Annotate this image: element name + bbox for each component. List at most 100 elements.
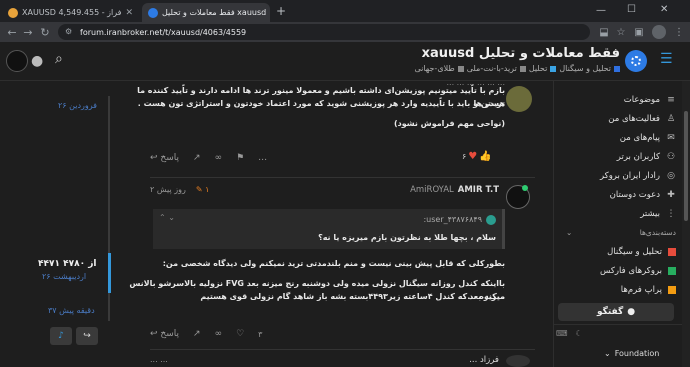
back-arrow-icon[interactable]: ←	[4, 22, 20, 42]
post-author[interactable]: فرزاد ...	[469, 355, 499, 365]
share-link-icon[interactable]: ↗	[193, 329, 201, 339]
reload-icon[interactable]: ↻	[37, 22, 53, 42]
window-close-icon[interactable]: ✕	[660, 4, 668, 15]
theme-selector[interactable]: ⌄ Foundation	[604, 349, 659, 358]
forum-page: ● ⌕ فقط معاملات و تحلیل xauusd تحلیل و س…	[0, 42, 690, 367]
quote-avatar[interactable]	[486, 215, 496, 225]
browser-tab-forum[interactable]: فقط معاملات و تحلیل xauusd ✕	[142, 3, 270, 22]
close-tab-icon[interactable]: ✕	[125, 8, 133, 18]
more-icon: ⋮	[666, 208, 676, 219]
heart-icon[interactable]: ♡	[236, 329, 244, 339]
window-maximize-icon[interactable]: ☐	[627, 4, 636, 15]
quote-block: user_۴۳۸۷۶۸۴۹: ⌃ ⌄ سلام ، بچها طلا به نظ…	[153, 209, 505, 249]
share-button[interactable]: ↪	[76, 327, 98, 345]
author-full-name[interactable]: AMIR T.T	[458, 185, 499, 195]
post-author-avatar[interactable]	[506, 86, 532, 112]
post-reactions[interactable]: ۶ ♥ 👍	[462, 151, 492, 162]
post-date[interactable]: ... ...	[150, 355, 168, 364]
post-actions: ↩ پاسخ ↗ ∞ ⚑ …	[150, 151, 267, 165]
scrollbar-thumb[interactable]	[684, 111, 688, 221]
bookmark-icon[interactable]: ⚑	[236, 153, 244, 163]
breadcrumb-subcategory[interactable]: تحلیل	[529, 64, 548, 73]
reply-arrow-icon[interactable]: ↩ پاسخ	[150, 329, 179, 339]
sidebar-item-my-activity[interactable]: ♙ فعالیت‌های من	[566, 109, 676, 128]
sidebar-item-my-messages[interactable]: ✉ پیام‌های من	[566, 128, 676, 147]
collapse-chevron-icon: ⌄	[566, 228, 573, 237]
layers-icon: ≡	[667, 94, 675, 105]
breadcrumb-tag[interactable]: ترید-با-نت-ملی	[467, 64, 517, 73]
window-minimize-icon[interactable]: —	[596, 5, 606, 16]
timeline-position[interactable]: ۴۴۷۱ از ۴۷۸۰	[38, 259, 97, 269]
dark-mode-icon[interactable]: ☾	[576, 329, 583, 338]
timeline-end-date[interactable]: ۳۷ دقیقه پیش	[48, 306, 95, 315]
browser-menu-icon[interactable]: ⋮	[672, 25, 686, 39]
tag-swatch	[457, 65, 464, 72]
breadcrumb-category[interactable]: تحلیل و سیگنال	[559, 64, 611, 73]
sidebar-footer-icons: ⌨ ☾	[556, 329, 583, 338]
site-logo[interactable]	[625, 50, 647, 72]
copy-link-icon[interactable]: ∞	[215, 329, 223, 339]
hamburger-menu-icon[interactable]: ☰	[660, 51, 673, 67]
sidebar-item-top-users[interactable]: ⚇ کاربران برتر	[566, 147, 676, 166]
thumbs-up-icon: 👍	[479, 151, 492, 162]
post-author[interactable]: AMIR T.T AmiROYAL	[410, 185, 499, 195]
site-favicon-icon	[8, 7, 18, 18]
bookmark-star-icon[interactable]: ☆	[614, 25, 628, 39]
sidebar: ≡ موضوعات ♙ فعالیت‌های من ✉ پیام‌های من …	[553, 81, 690, 367]
notification-bell-button[interactable]: ♪	[50, 327, 72, 345]
chat-bubble-icon: ●	[627, 307, 636, 317]
forward-arrow-icon[interactable]: →	[20, 22, 36, 42]
profile-avatar-icon[interactable]	[652, 25, 666, 39]
extensions-icon[interactable]: ▣	[632, 25, 646, 39]
chat-button[interactable]: گفتگو ●	[558, 303, 674, 321]
sidebar-category-prop[interactable]: پراپ فرم‌ها	[566, 280, 676, 299]
post-paragraph: هستن و باید با تاًییدیه وارد هر پوزیشنی …	[137, 99, 505, 108]
reaction-count: ۶	[462, 152, 467, 161]
user-avatar[interactable]	[6, 50, 28, 72]
online-status-dot	[522, 185, 528, 191]
post-date[interactable]: ۲ روز پیش	[150, 185, 186, 194]
site-info-icon[interactable]: ⚙	[65, 27, 75, 37]
tab-label: فقط معاملات و تحلیل xauusd	[162, 8, 267, 17]
sidebar-item-invite[interactable]: ✚ دعوت دوستان	[566, 185, 676, 204]
category-color-swatch	[550, 65, 557, 72]
sidebar-item-topics[interactable]: ≡ موضوعات	[566, 90, 676, 109]
browser-tab-bar: XAUUSD 4,549.455 - فراز ✕ فقط معاملات و …	[0, 0, 690, 22]
timeline-position-date: ۲۶ اردیبهشت	[42, 272, 87, 281]
page-scrollbar[interactable]	[682, 81, 690, 367]
copy-link-icon[interactable]: ∞	[215, 153, 223, 163]
category-color-swatch	[668, 247, 676, 256]
author-username[interactable]: AmiROYAL	[410, 185, 454, 195]
install-app-icon[interactable]: ⬓	[597, 25, 611, 39]
user-icon: ♙	[666, 113, 676, 124]
timeline-handle[interactable]	[108, 253, 111, 293]
share-link-icon[interactable]: ↗	[193, 153, 201, 163]
keyboard-icon[interactable]: ⌨	[556, 329, 568, 338]
topic-title[interactable]: فقط معاملات و تحلیل xauusd	[422, 46, 620, 61]
reply-label: پاسخ	[160, 329, 180, 339]
invite-icon: ✚	[667, 189, 675, 200]
sidebar-category-analysis[interactable]: تحلیل و سیگنال	[566, 242, 676, 261]
breadcrumb-tag[interactable]: طلای-جهانی	[414, 64, 454, 73]
address-bar[interactable]: ⚙ forum.iranbroker.net/t/xauusd/4063/455…	[58, 24, 590, 40]
sidebar-item-radar[interactable]: ◎ رادار ایران بروکر	[566, 166, 676, 185]
more-actions-icon[interactable]: …	[258, 153, 267, 163]
post-divider	[150, 349, 535, 350]
reply-count-badge[interactable]: ✎ ۱	[196, 185, 210, 194]
reaction-count: ۳	[258, 329, 263, 339]
sidebar-item-more[interactable]: ⋮ بیشتر	[566, 204, 676, 223]
post-author-avatar[interactable]	[506, 355, 530, 367]
post-meta: ۲ روز پیش ✎ ۱	[150, 185, 209, 194]
browser-tab-xauusd-chart[interactable]: XAUUSD 4,549.455 - فراز ✕	[2, 3, 134, 22]
new-tab-button[interactable]: +	[276, 4, 286, 18]
quote-username[interactable]: user_۴۳۸۷۶۸۴۹:	[423, 215, 482, 224]
badge-count: ۱	[205, 185, 210, 194]
categories-header[interactable]: دسته‌بندی‌ها ⌄	[566, 228, 676, 237]
sidebar-category-brokers[interactable]: بروکرهای فارکس	[566, 261, 676, 280]
search-icon[interactable]: ⌕	[55, 51, 63, 67]
reply-arrow-icon[interactable]: ↩ پاسخ	[150, 153, 179, 163]
quote-expand-icon[interactable]: ⌃ ⌄	[159, 213, 175, 222]
chat-bubble-icon[interactable]: ●	[31, 53, 43, 69]
timeline-start-date[interactable]: ۲۶ فروردین	[58, 101, 97, 110]
users-icon: ⚇	[666, 151, 676, 162]
